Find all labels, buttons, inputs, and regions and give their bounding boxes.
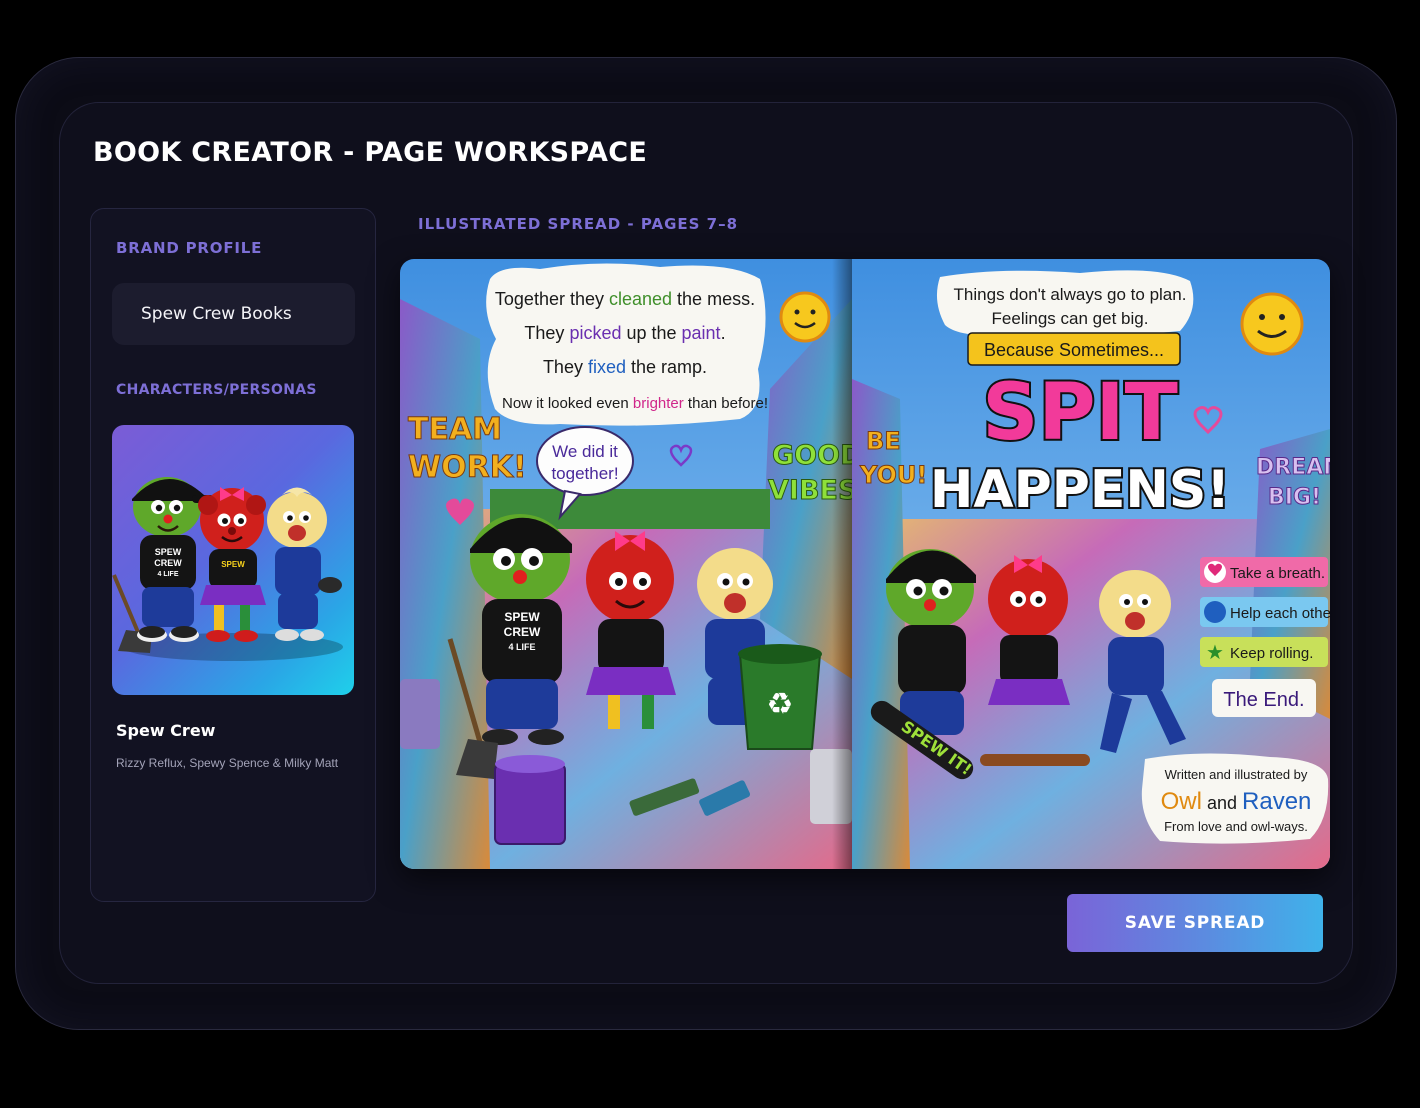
- sun-icon: [779, 291, 831, 343]
- graffiti-work: WORK!: [408, 450, 527, 485]
- speech-line-2: together!: [551, 464, 618, 483]
- left-shirt-2: CREW: [504, 625, 541, 639]
- illustrated-spread[interactable]: Together they cleaned the mess. They pic…: [400, 259, 1330, 869]
- tip-2: Help each other.: [1230, 605, 1330, 622]
- shirt-text-1: SPEW: [155, 547, 182, 557]
- star-tip-icon: ★: [1206, 642, 1224, 664]
- headline-spit: SPIT: [982, 368, 1178, 458]
- left-shirt-3: 4 LIFE: [508, 642, 535, 652]
- red-character: SPEW: [198, 487, 266, 642]
- graffiti-dream: DREAM: [1256, 455, 1330, 480]
- yellow-character: [267, 487, 342, 641]
- graffiti-be: BE: [866, 427, 901, 455]
- spread-label: ILLUSTRATED SPREAD - PAGES 7–8: [418, 215, 739, 233]
- left-line-1: Together they cleaned the mess.: [495, 289, 755, 309]
- left-line-3: They fixed the ramp.: [543, 357, 707, 377]
- banner-text: Because Sometimes...: [984, 340, 1164, 360]
- headline-happens: HAPPENS!: [930, 460, 1230, 520]
- spread-illustration: Together they cleaned the mess. They pic…: [400, 259, 1330, 869]
- graffiti-you: YOU!: [859, 461, 927, 489]
- save-spread-button[interactable]: SAVE SPREAD: [1067, 894, 1323, 952]
- brand-name-field[interactable]: Spew Crew Books: [112, 283, 355, 345]
- intro-line-1: Things don't always go to plan.: [954, 285, 1187, 304]
- brand-name-value: Spew Crew Books: [141, 304, 292, 324]
- shirt-text-3: 4 LIFE: [157, 571, 178, 578]
- graffiti-team: TEAM: [408, 412, 502, 447]
- characters-label: CHARACTERS/PERSONAS: [116, 382, 317, 398]
- character-card-image[interactable]: SPEW CREW 4 LIFE SPEW: [112, 425, 354, 695]
- page-title: BOOK CREATOR - PAGE WORKSPACE: [93, 137, 648, 168]
- speech-line-1: We did it: [552, 442, 618, 461]
- character-name: Spew Crew: [116, 721, 216, 740]
- recycle-icon: ♻: [767, 688, 794, 721]
- credits-line-1: Written and illustrated by: [1165, 767, 1308, 782]
- brand-profile-label: BRAND PROFILE: [116, 239, 263, 257]
- tip-1: Take a breath.: [1230, 565, 1325, 582]
- shirt-text-2: CREW: [154, 558, 182, 568]
- intro-line-2: Feelings can get big.: [992, 309, 1149, 328]
- help-tip-icon: [1204, 601, 1226, 623]
- sun-icon-right: [1240, 292, 1304, 356]
- character-members: Rizzy Reflux, Spewy Spence & Milky Matt: [116, 756, 339, 770]
- graffiti-big: BIG!: [1268, 485, 1321, 510]
- left-line-2: They picked up the paint.: [524, 323, 725, 343]
- left-shirt-1: SPEW: [504, 610, 540, 624]
- tip-3: Keep rolling.: [1230, 645, 1313, 662]
- credits-names: Owl and Raven: [1161, 788, 1312, 815]
- credits-line-3: From love and owl-ways.: [1164, 819, 1308, 834]
- character-illustration: SPEW CREW 4 LIFE SPEW: [112, 477, 343, 661]
- shirt-text-red: SPEW: [221, 560, 245, 569]
- tips-list: Take a breath. Help each other. ★ Keep r…: [1200, 557, 1330, 717]
- the-end-text: The End.: [1223, 689, 1304, 711]
- left-line-4: Now it looked even brighter than before!: [502, 395, 768, 412]
